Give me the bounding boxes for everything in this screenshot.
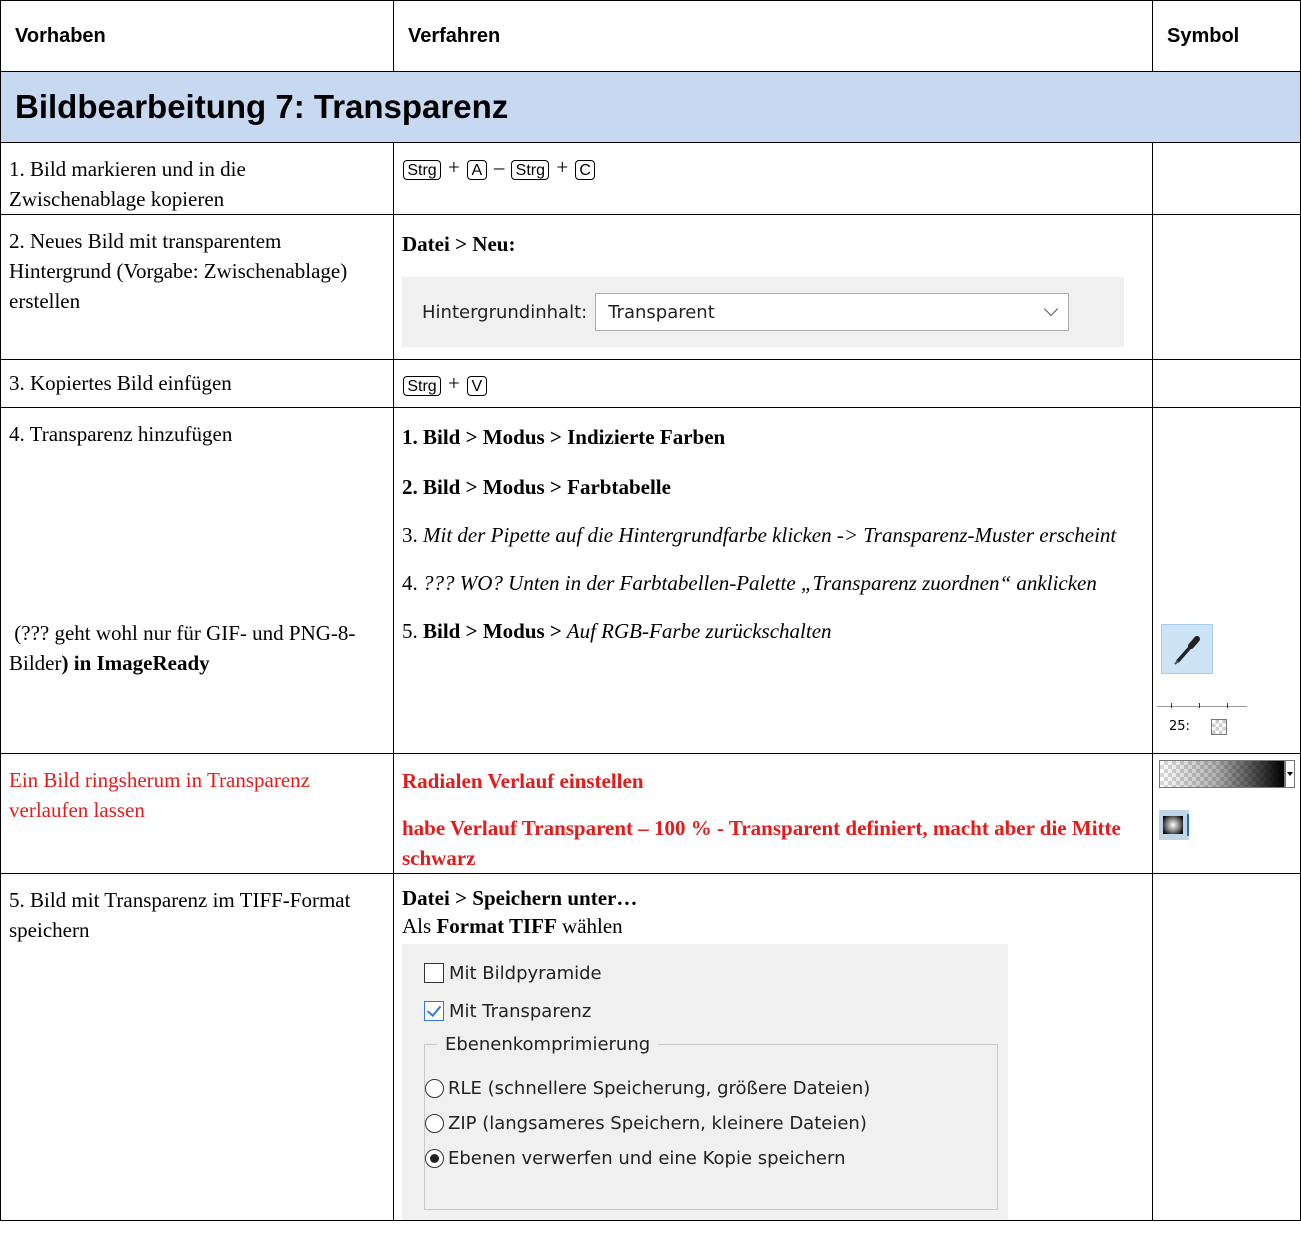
step-5-bold: Bild > Modus > (423, 619, 562, 643)
table-row: 3. Kopiertes Bild einfügen Strg + V (0, 359, 1301, 408)
transparency-checkbox[interactable] (424, 1001, 444, 1021)
step-5: 5. Bild > Modus > Auf RGB-Farbe zurücksc… (402, 598, 1144, 646)
step-5-number: 5. (402, 619, 423, 643)
ruler-value: 25: (1169, 719, 1190, 734)
transparency-option[interactable]: Mit Transparenz (424, 992, 1008, 1030)
step-5-italic: Auf RGB-Farbe zurückschalten (561, 619, 832, 643)
task-cell: 4. Transparenz hinzufügen (??? geht wohl… (0, 407, 394, 754)
transparency-label: Mit Transparenz (449, 1000, 592, 1022)
key-c: C (575, 160, 596, 180)
symbol-cell (1152, 753, 1301, 874)
symbol-cell: 25: (1152, 407, 1301, 754)
method-cell: Datei > Speichern unter… Als Format TIFF… (393, 873, 1153, 1221)
gradient-picker-icon[interactable] (1159, 760, 1285, 788)
ruler-indicator: 25: (1157, 703, 1247, 743)
step-1: 1. Bild > Modus > Indizierte Farben (402, 425, 726, 449)
task-text: 2. Neues Bild mit transparentem Hintergr… (9, 229, 348, 313)
symbol-cell (1152, 359, 1301, 408)
key-strg: Strg (403, 160, 441, 180)
method-cell: Datei > Neu: Hintergrundinhalt: Transpar… (393, 214, 1153, 360)
header-symbol: Symbol (1152, 0, 1301, 72)
header-vorhaben: Vorhaben (0, 0, 394, 72)
key-strg: Strg (403, 376, 441, 396)
method-line-2-bold: Format TIFF (436, 914, 557, 938)
new-document-dialog-excerpt: Hintergrundinhalt: Transparent (402, 277, 1124, 347)
step-3-number: 3. (402, 523, 423, 547)
plus-sign: + (448, 371, 460, 395)
dropdown-arrow-icon[interactable] (1285, 760, 1295, 788)
header-row: Vorhaben Verfahren Symbol (0, 0, 1301, 72)
background-content-dropdown[interactable]: Transparent (595, 293, 1070, 331)
method-line-2-pre: Als (402, 914, 437, 938)
symbol-cell (1152, 142, 1301, 215)
key-a: A (466, 160, 487, 180)
key-v: V (466, 376, 487, 396)
table-row: 5. Bild mit Transparenz im TIFF-Format s… (0, 873, 1301, 1221)
step-4: 4. ??? WO? Unten in der Farbtabellen-Pal… (402, 550, 1144, 598)
step-3: 3. Mit der Pipette auf die Hintergrundfa… (402, 502, 1144, 550)
zip-radio[interactable] (425, 1114, 444, 1133)
radial-gradient-icon[interactable] (1159, 810, 1189, 840)
chevron-down-icon (1044, 301, 1059, 317)
header-verfahren: Verfahren (393, 0, 1153, 72)
task-note-bold: ) in ImageReady (61, 651, 210, 675)
task-cell: 5. Bild mit Transparenz im TIFF-Format s… (0, 873, 394, 1221)
task-cell: 3. Kopiertes Bild einfügen (0, 359, 394, 408)
layer-compression-legend: Ebenenkomprimierung (445, 1034, 651, 1055)
zip-option[interactable]: ZIP (langsameres Speichern, kleinere Dat… (425, 1106, 997, 1141)
rle-option[interactable]: RLE (schnellere Speicherung, größere Dat… (425, 1071, 997, 1106)
key-strg: Strg (511, 160, 550, 180)
task-text: 1. Bild markieren und in die Zwischenabl… (9, 157, 246, 211)
pyramid-option[interactable]: Mit Bildpyramide (424, 954, 1008, 992)
dropdown-value: Transparent (608, 301, 715, 323)
layer-compression-group: Ebenenkomprimierung RLE (schnellere Spei… (424, 1034, 998, 1210)
pyramid-label: Mit Bildpyramide (449, 962, 602, 984)
rle-label: RLE (schnellere Speicherung, größere Dat… (448, 1078, 871, 1099)
table-row: 1. Bild markieren und in die Zwischenabl… (0, 142, 1301, 215)
step-4-text: ??? WO? Unten in der Farbtabellen-Palett… (423, 571, 1097, 595)
method-cell: Strg + A – Strg + C (393, 142, 1153, 215)
eyedropper-icon[interactable] (1161, 624, 1213, 674)
discard-layers-label: Ebenen verwerfen und eine Kopie speicher… (448, 1148, 846, 1169)
task-cell: 1. Bild markieren und in die Zwischenabl… (0, 142, 394, 215)
step-4-number: 4. (402, 571, 423, 595)
section-row: Bildbearbeitung 7: Transparenz (0, 71, 1301, 143)
procedure-table: Vorhaben Verfahren Symbol Bildbearbeitun… (0, 0, 1301, 1221)
symbol-cell (1152, 214, 1301, 360)
background-content-label: Hintergrundinhalt: (422, 301, 588, 323)
task-text: 3. Kopiertes Bild einfügen (9, 371, 232, 395)
task-text: Ein Bild ringsherum in Transparenz verla… (9, 768, 310, 822)
plus-sign: + (556, 155, 569, 179)
task-cell: 2. Neues Bild mit transparentem Hintergr… (0, 214, 394, 360)
method-cell: Radialen Verlauf einstellen habe Verlauf… (393, 753, 1153, 874)
symbol-cell (1152, 873, 1301, 1221)
step-2: 2. Bild > Modus > Farbtabelle (402, 475, 671, 499)
method-line-1: Datei > Speichern unter… (402, 886, 638, 910)
rle-radio[interactable] (425, 1079, 444, 1098)
method-line-2: habe Verlauf Transparent – 100 % - Trans… (402, 816, 1121, 870)
table-row: 4. Transparenz hinzufügen (??? geht wohl… (0, 407, 1301, 754)
method-line-2-post: wählen (556, 914, 623, 938)
task-note: (??? geht wohl nur für GIF- und PNG-8-Bi… (9, 618, 379, 678)
step-3-text: Mit der Pipette auf die Hintergrundfarbe… (423, 523, 1117, 547)
discard-layers-radio[interactable] (425, 1149, 444, 1168)
zip-label: ZIP (langsameres Speichern, kleinere Dat… (448, 1113, 867, 1134)
tiff-options-dialog: Mit Bildpyramide Mit Transparenz Ebenenk… (402, 944, 1008, 1220)
pyramid-checkbox[interactable] (424, 963, 444, 983)
task-cell: Ein Bild ringsherum in Transparenz verla… (0, 753, 394, 874)
method-line-1: Radialen Verlauf einstellen (402, 769, 644, 793)
transparency-grid-icon (1211, 719, 1227, 735)
method-cell: 1. Bild > Modus > Indizierte Farben 2. B… (393, 407, 1153, 754)
discard-layers-option[interactable]: Ebenen verwerfen und eine Kopie speicher… (425, 1141, 997, 1176)
table-row: 2. Neues Bild mit transparentem Hintergr… (0, 214, 1301, 360)
method-line-2: Als Format TIFF wählen (402, 912, 1144, 940)
section-title: Bildbearbeitung 7: Transparenz (0, 71, 1301, 143)
method-cell: Strg + V (393, 359, 1153, 408)
plus-sign: + (448, 155, 460, 179)
task-text: 5. Bild mit Transparenz im TIFF-Format s… (9, 888, 351, 942)
method-text: Datei > Neu: (402, 232, 516, 256)
dash-sign: – (493, 155, 505, 179)
table-row: Ein Bild ringsherum in Transparenz verla… (0, 753, 1301, 874)
task-text: 4. Transparenz hinzufügen (9, 422, 233, 446)
